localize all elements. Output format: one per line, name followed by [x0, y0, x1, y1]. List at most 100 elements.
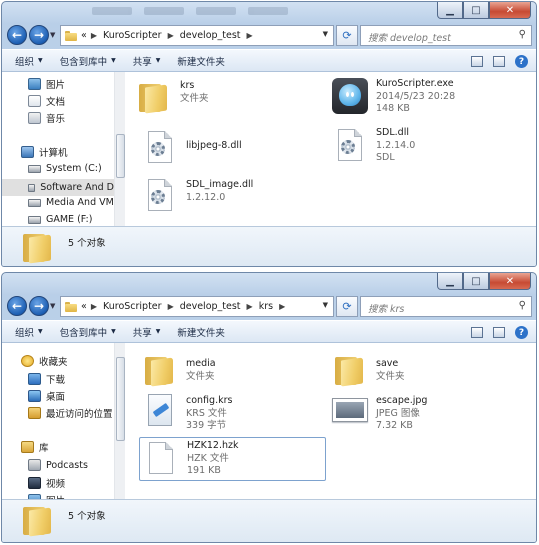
file-list: media 文件夹 save 文件夹 config.krs KRS 文件 339 字节 …	[126, 343, 536, 499]
file-list: krs 文件夹 KuroScripter.exe 2014/5/23 20:28 14…	[126, 72, 536, 226]
share-menu[interactable]: 共享 ▼	[133, 54, 161, 68]
details-pane: 5 个对象	[2, 499, 536, 542]
chevron-right-icon[interactable]: ▶	[91, 31, 97, 40]
file-item[interactable]: SDL.dll 1.2.14.0 SDL	[332, 127, 415, 165]
address-dropdown-icon[interactable]: ▼	[323, 30, 328, 38]
nav-item-favorites[interactable]: 收藏夹	[21, 354, 68, 368]
scrollbar-thumb[interactable]	[116, 134, 125, 178]
file-type: KRS 文件	[186, 407, 227, 419]
close-button[interactable]: ✕	[489, 273, 531, 290]
refresh-button[interactable]: ⟳	[336, 25, 358, 46]
organize-menu[interactable]: 组织 ▼	[15, 325, 43, 339]
address-bar[interactable]: « ▶ KuroScripter ▶ develop_test ▶ krs ▶ …	[60, 296, 334, 317]
share-menu[interactable]: 共享 ▼	[133, 325, 161, 339]
chevron-down-icon: ▼	[155, 328, 161, 335]
chevron-right-icon[interactable]: ▶	[247, 31, 253, 40]
nav-item-drive-software[interactable]: Software And D	[2, 179, 114, 196]
forward-button[interactable]: →	[29, 296, 49, 316]
breadcrumb-develop-test[interactable]: develop_test	[180, 30, 241, 41]
chevron-right-icon[interactable]: ▶	[168, 31, 174, 40]
breadcrumb-overflow[interactable]: «	[81, 30, 87, 41]
file-item[interactable]: krs 文件夹	[136, 80, 209, 116]
nav-item-downloads[interactable]: 下载	[28, 372, 65, 386]
recent-places-icon	[28, 407, 41, 419]
address-dropdown-icon[interactable]: ▼	[323, 301, 328, 309]
file-item[interactable]: SDL_image.dll 1.2.12.0	[142, 177, 253, 213]
nav-item-podcasts[interactable]: Podcasts	[28, 459, 88, 471]
recent-pages-dropdown[interactable]: ▼	[50, 31, 55, 39]
nav-scrollbar[interactable]	[114, 343, 125, 499]
nav-item-documents[interactable]: 文档	[28, 94, 65, 108]
title-bar[interactable]: ▁ □ ✕	[2, 273, 536, 293]
preview-pane-icon[interactable]	[493, 56, 505, 67]
nav-item-videos[interactable]: 视频	[28, 476, 65, 490]
file-item[interactable]: save 文件夹	[332, 353, 405, 389]
file-version: 1.2.14.0	[376, 139, 416, 151]
file-type: 文件夹	[376, 370, 405, 382]
new-folder-button[interactable]: 新建文件夹	[177, 325, 225, 339]
search-input[interactable]: 搜索 develop_test ⚲	[360, 25, 532, 46]
nav-item-recent-places[interactable]: 最近访问的位置	[28, 406, 113, 420]
include-in-library-menu[interactable]: 包含到库中 ▼	[60, 54, 116, 68]
chevron-right-icon[interactable]: ▶	[279, 302, 285, 311]
search-input[interactable]: 搜索 krs ⚲	[360, 296, 532, 317]
breadcrumb-krs[interactable]: krs	[259, 301, 273, 312]
breadcrumb-develop-test[interactable]: develop_test	[180, 301, 241, 312]
file-item[interactable]: escape.jpg JPEG 图像 7.32 KB	[332, 392, 427, 433]
nav-item-pictures[interactable]: 图片	[28, 77, 65, 91]
close-button[interactable]: ✕	[489, 2, 531, 19]
chevron-right-icon[interactable]: ▶	[168, 302, 174, 311]
breadcrumb-kuroscripter[interactable]: KuroScripter	[103, 301, 162, 312]
back-button[interactable]: ←	[7, 296, 27, 316]
minimize-button[interactable]: ▁	[437, 273, 463, 290]
maximize-button[interactable]: □	[463, 2, 489, 19]
file-item[interactable]: KuroScripter.exe 2014/5/23 20:28 148 KB	[332, 78, 455, 116]
help-icon[interactable]: ?	[515, 55, 528, 68]
include-in-library-menu[interactable]: 包含到库中 ▼	[60, 325, 116, 339]
file-item-selected[interactable]: HZK12.hzk HZK 文件 191 KB	[139, 437, 326, 481]
nav-scrollbar[interactable]	[114, 72, 125, 226]
search-icon: ⚲	[518, 300, 526, 311]
forward-button[interactable]: →	[29, 25, 49, 45]
exe-icon	[332, 78, 368, 114]
chevron-right-icon[interactable]: ▶	[91, 302, 97, 311]
nav-item-libraries[interactable]: 库	[21, 440, 49, 454]
nav-item-drive-c[interactable]: System (C:)	[28, 163, 102, 174]
refresh-button[interactable]: ⟳	[336, 296, 358, 317]
nav-item-music[interactable]: 音乐	[28, 111, 65, 125]
music-icon	[28, 112, 41, 124]
file-size: 7.32 KB	[376, 420, 413, 431]
back-button[interactable]: ←	[7, 25, 27, 45]
nav-item-desktop[interactable]: 桌面	[28, 389, 65, 403]
file-name: escape.jpg	[376, 395, 428, 406]
help-icon[interactable]: ?	[515, 326, 528, 339]
maximize-button[interactable]: □	[463, 273, 489, 290]
preview-pane-icon[interactable]	[493, 327, 505, 338]
drive-icon	[28, 164, 41, 173]
organize-menu[interactable]: 组织 ▼	[15, 54, 43, 68]
file-item[interactable]: libjpeg-8.dll	[142, 129, 242, 165]
nav-item-computer[interactable]: 计算机	[21, 145, 68, 159]
breadcrumb-overflow[interactable]: «	[81, 301, 87, 312]
file-item[interactable]: media 文件夹	[142, 353, 216, 389]
change-view-icon[interactable]	[471, 327, 483, 338]
nav-item-drive-media[interactable]: Media And VM	[28, 197, 114, 208]
chevron-right-icon[interactable]: ▶	[247, 302, 253, 311]
title-bar[interactable]: ▁ □ ✕	[2, 2, 536, 22]
file-date: 2014/5/23 20:28	[376, 90, 456, 102]
file-name: HZK12.hzk	[187, 440, 239, 451]
file-name: config.krs	[186, 395, 233, 406]
nav-item-drive-game[interactable]: GAME (F:)	[28, 214, 92, 225]
dll-icon	[142, 177, 178, 213]
change-view-icon[interactable]	[471, 56, 483, 67]
recent-pages-dropdown[interactable]: ▼	[50, 302, 55, 310]
file-size: 148 KB	[376, 103, 410, 114]
new-folder-button[interactable]: 新建文件夹	[177, 54, 225, 68]
file-name: media	[186, 358, 216, 369]
minimize-button[interactable]: ▁	[437, 2, 463, 19]
file-item[interactable]: config.krs KRS 文件 339 字节	[142, 392, 232, 433]
scrollbar-thumb[interactable]	[116, 357, 125, 441]
navigation-pane: 收藏夹 下载 桌面 最近访问的位置 库 Podcasts 视频 图片	[2, 343, 116, 499]
address-bar[interactable]: « ▶ KuroScripter ▶ develop_test ▶ ▼	[60, 25, 334, 46]
breadcrumb-kuroscripter[interactable]: KuroScripter	[103, 30, 162, 41]
